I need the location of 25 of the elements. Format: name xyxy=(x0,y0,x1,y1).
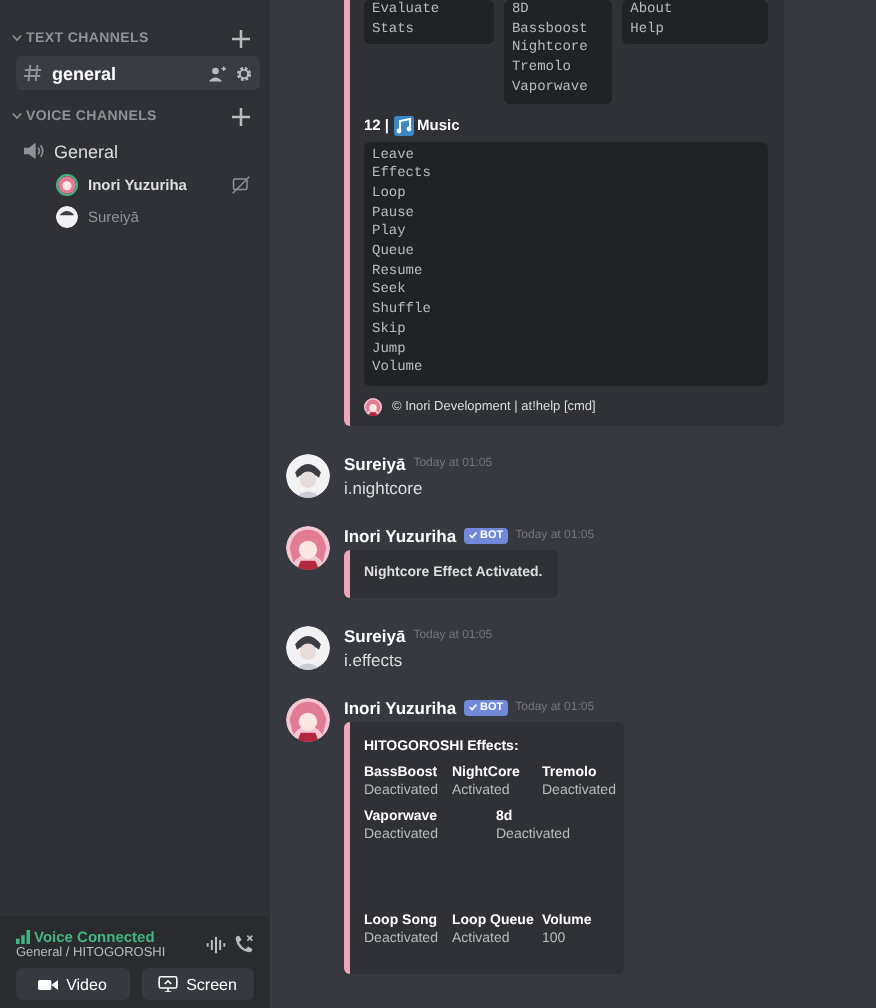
channel-item[interactable]: General xyxy=(16,134,260,168)
hash-icon xyxy=(24,64,42,82)
message-text: i.effects xyxy=(344,649,405,670)
author-name[interactable]: Sureiyā xyxy=(344,453,406,474)
channel-item[interactable]: general xyxy=(16,56,260,90)
signal-icon xyxy=(16,930,30,944)
video-camera-icon xyxy=(38,977,59,991)
waveform-icon[interactable] xyxy=(206,935,226,953)
speaker-icon xyxy=(24,142,44,160)
author-name[interactable]: Inori Yuzuriha xyxy=(344,525,457,546)
author-name[interactable]: Sureiyā xyxy=(344,625,406,646)
message-text: i.nightcore xyxy=(344,477,425,498)
screen-icon xyxy=(158,976,179,992)
settings-icon[interactable] xyxy=(236,65,252,81)
video-button[interactable]: Video xyxy=(16,968,129,1000)
music-note-icon xyxy=(393,115,414,136)
add-member-icon[interactable] xyxy=(208,65,226,81)
add-icon[interactable] xyxy=(232,29,250,47)
add-icon[interactable] xyxy=(232,107,250,125)
author-name[interactable]: Inori Yuzuriha xyxy=(344,697,457,718)
chevron-icon xyxy=(12,112,22,120)
stream-off-icon xyxy=(232,175,250,193)
screen-button[interactable]: Screen xyxy=(141,968,254,1000)
disconnect-icon[interactable] xyxy=(234,934,254,954)
chevron-icon xyxy=(12,34,22,42)
